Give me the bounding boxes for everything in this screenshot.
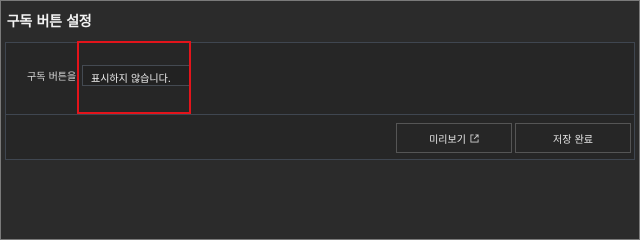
subscribe-button-select[interactable]: 표시하지 않습니다. [82,65,191,86]
preview-button[interactable]: 미리보기 [396,123,512,153]
preview-button-label: 미리보기 [429,134,466,146]
subscribe-button-field-label: 구독 버튼을 [27,72,77,83]
save-button-label: 저장 완료 [553,134,593,146]
save-complete-button[interactable]: 저장 완료 [515,123,631,153]
subscribe-button-row: 구독 버튼을 표시하지 않습니다. [6,41,634,115]
external-link-icon [470,133,479,143]
settings-panel: 구독 버튼을 표시하지 않습니다. 미리보기 저장 완료 [5,41,635,160]
page-title: 구독 버튼 설정 [7,14,92,30]
settings-window: 구독 버튼 설정 구독 버튼을 표시하지 않습니다. 미리보기 저장 완료 [0,0,640,240]
